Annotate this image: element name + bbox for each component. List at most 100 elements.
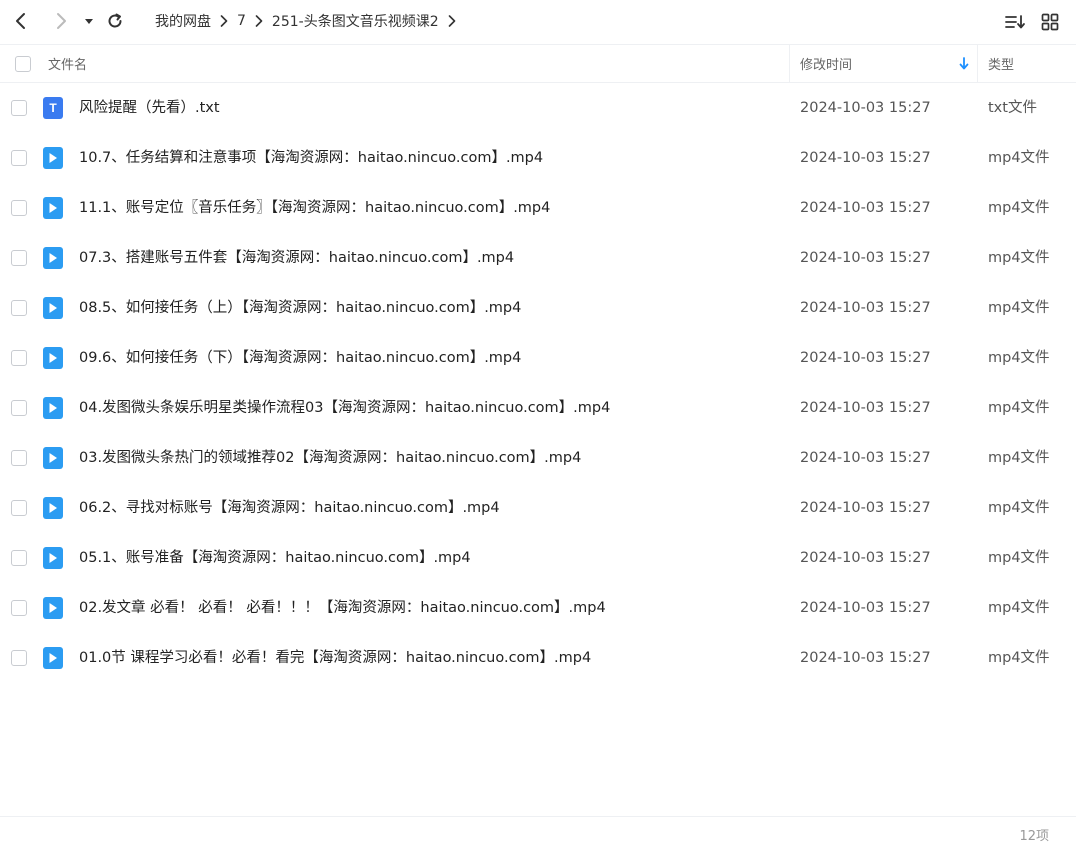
grid-view-button[interactable] bbox=[1037, 9, 1063, 35]
file-row[interactable]: 05.1、账号准备【海淘资源网：haitao.nincuo.com】.mp4 20… bbox=[0, 533, 1076, 583]
file-type: mp4文件 bbox=[988, 600, 1050, 616]
file-name[interactable]: 05.1、账号准备【海淘资源网：haitao.nincuo.com】.mp4 bbox=[79, 533, 471, 583]
file-type: mp4文件 bbox=[988, 150, 1050, 166]
sort-button[interactable] bbox=[1002, 9, 1028, 35]
row-checkbox[interactable] bbox=[11, 650, 27, 666]
file-type: mp4文件 bbox=[988, 650, 1050, 666]
video-file-icon bbox=[43, 247, 63, 269]
row-checkbox[interactable] bbox=[11, 300, 27, 316]
file-name[interactable]: 06.2、寻找对标账号【海淘资源网：haitao.nincuo.com】.mp4 bbox=[79, 483, 500, 533]
row-checkbox[interactable] bbox=[11, 600, 27, 616]
video-file-icon bbox=[43, 297, 63, 319]
file-modified-time: 2024-10-03 15:27 bbox=[800, 150, 931, 166]
caret-down-icon bbox=[85, 19, 93, 24]
file-row[interactable]: 10.7、任务结算和注意事项【海淘资源网：haitao.nincuo.com】.… bbox=[0, 133, 1076, 183]
select-all-checkbox[interactable] bbox=[15, 55, 31, 72]
file-row[interactable]: 02.发文章 必看！ 必看！ 必看！！！【海淘资源网：haitao.nincuo… bbox=[0, 583, 1076, 633]
file-list: T 风险提醒（先看）.txt 2024-10-03 15:27 txt文件 10.7、任… bbox=[0, 83, 1076, 683]
chevron-right-icon bbox=[255, 15, 263, 27]
row-checkbox[interactable] bbox=[11, 100, 27, 116]
breadcrumb: 我的网盘 7 251-头条图文音乐视频课2 bbox=[155, 0, 465, 42]
row-checkbox[interactable] bbox=[11, 200, 27, 216]
file-name[interactable]: 03.发图微头条热门的领域推荐02【海淘资源网：haitao.nincuo.co… bbox=[79, 433, 581, 483]
sort-descending-icon[interactable] bbox=[958, 45, 970, 82]
file-name[interactable]: 01.0节 课程学习必看！必看！看完【海淘资源网：haitao.nincuo.c… bbox=[79, 633, 591, 683]
video-file-icon bbox=[43, 397, 63, 419]
file-row[interactable]: 01.0节 课程学习必看！必看！看完【海淘资源网：haitao.nincuo.c… bbox=[0, 633, 1076, 683]
file-type: mp4文件 bbox=[988, 550, 1050, 566]
chevron-right-icon bbox=[57, 13, 66, 29]
video-file-icon bbox=[43, 497, 63, 519]
file-row[interactable]: 11.1、账号定位〖音乐任务〗【海淘资源网：haitao.nincuo.com】… bbox=[0, 183, 1076, 233]
toolbar: 我的网盘 7 251-头条图文音乐视频课2 bbox=[0, 0, 1076, 42]
file-list-header: 文件名 修改时间 类型 bbox=[0, 44, 1076, 83]
file-type: txt文件 bbox=[988, 100, 1037, 116]
file-name[interactable]: 04.发图微头条娱乐明星类操作流程03【海淘资源网：haitao.nincuo.… bbox=[79, 383, 610, 433]
file-row[interactable]: 09.6、如何接任务（下）【海淘资源网：haitao.nincuo.com】.m… bbox=[0, 333, 1076, 383]
file-modified-time: 2024-10-03 15:27 bbox=[800, 400, 931, 416]
chevron-right-icon[interactable] bbox=[448, 15, 456, 27]
file-name[interactable]: 10.7、任务结算和注意事项【海淘资源网：haitao.nincuo.com】.… bbox=[79, 133, 543, 183]
column-divider[interactable] bbox=[977, 45, 978, 82]
row-checkbox[interactable] bbox=[11, 500, 27, 516]
file-modified-time: 2024-10-03 15:27 bbox=[800, 550, 931, 566]
refresh-button[interactable] bbox=[100, 6, 130, 36]
file-name[interactable]: 风险提醒（先看）.txt bbox=[79, 83, 220, 133]
file-modified-time: 2024-10-03 15:27 bbox=[800, 350, 931, 366]
file-row[interactable]: T 风险提醒（先看）.txt 2024-10-03 15:27 txt文件 bbox=[0, 83, 1076, 133]
row-checkbox[interactable] bbox=[11, 400, 27, 416]
file-row[interactable]: 08.5、如何接任务（上）【海淘资源网：haitao.nincuo.com】.m… bbox=[0, 283, 1076, 333]
row-checkbox[interactable] bbox=[11, 550, 27, 566]
column-header-type[interactable]: 类型 bbox=[988, 45, 1014, 82]
file-modified-time: 2024-10-03 15:27 bbox=[800, 450, 931, 466]
back-button[interactable] bbox=[6, 6, 36, 36]
video-file-icon bbox=[43, 197, 63, 219]
row-checkbox[interactable] bbox=[11, 150, 27, 166]
refresh-icon bbox=[108, 13, 122, 28]
file-row[interactable]: 07.3、搭建账号五件套【海淘资源网：haitao.nincuo.com】.mp… bbox=[0, 233, 1076, 283]
forward-button[interactable] bbox=[46, 6, 76, 36]
file-type: mp4文件 bbox=[988, 450, 1050, 466]
text-file-icon: T bbox=[43, 97, 63, 119]
video-file-icon bbox=[43, 147, 63, 169]
status-bar: 12项 bbox=[0, 816, 1076, 853]
breadcrumb-item-current[interactable]: 251-头条图文音乐视频课2 bbox=[272, 11, 439, 31]
file-name[interactable]: 09.6、如何接任务（下）【海淘资源网：haitao.nincuo.com】.m… bbox=[79, 333, 521, 383]
grid-view-icon bbox=[1041, 13, 1059, 31]
file-type: mp4文件 bbox=[988, 300, 1050, 316]
file-modified-time: 2024-10-03 15:27 bbox=[800, 300, 931, 316]
video-file-icon bbox=[43, 647, 63, 669]
file-row[interactable]: 06.2、寻找对标账号【海淘资源网：haitao.nincuo.com】.mp4… bbox=[0, 483, 1076, 533]
item-count: 12项 bbox=[1019, 829, 1049, 844]
file-row[interactable]: 03.发图微头条热门的领域推荐02【海淘资源网：haitao.nincuo.co… bbox=[0, 433, 1076, 483]
column-divider[interactable] bbox=[789, 45, 790, 82]
row-checkbox[interactable] bbox=[11, 350, 27, 366]
file-modified-time: 2024-10-03 15:27 bbox=[800, 250, 931, 266]
chevron-left-icon bbox=[16, 13, 25, 29]
video-file-icon bbox=[43, 447, 63, 469]
column-header-name[interactable]: 文件名 bbox=[48, 45, 87, 82]
sort-list-icon bbox=[1005, 15, 1025, 29]
breadcrumb-item-folder[interactable]: 7 bbox=[237, 13, 246, 29]
breadcrumb-item-root[interactable]: 我的网盘 bbox=[155, 11, 211, 31]
file-modified-time: 2024-10-03 15:27 bbox=[800, 200, 931, 216]
video-file-icon bbox=[43, 347, 63, 369]
file-type: mp4文件 bbox=[988, 250, 1050, 266]
row-checkbox[interactable] bbox=[11, 250, 27, 266]
text-file-icon-letter: T bbox=[49, 101, 57, 115]
video-file-icon bbox=[43, 597, 63, 619]
file-modified-time: 2024-10-03 15:27 bbox=[800, 650, 931, 666]
file-row[interactable]: 04.发图微头条娱乐明星类操作流程03【海淘资源网：haitao.nincuo.… bbox=[0, 383, 1076, 433]
file-name[interactable]: 07.3、搭建账号五件套【海淘资源网：haitao.nincuo.com】.mp… bbox=[79, 233, 514, 283]
video-file-icon bbox=[43, 547, 63, 569]
row-checkbox[interactable] bbox=[11, 450, 27, 466]
select-all-cell bbox=[15, 45, 31, 82]
file-modified-time: 2024-10-03 15:27 bbox=[800, 500, 931, 516]
file-name[interactable]: 02.发文章 必看！ 必看！ 必看！！！【海淘资源网：haitao.nincuo… bbox=[79, 583, 606, 633]
file-type: mp4文件 bbox=[988, 500, 1050, 516]
file-type: mp4文件 bbox=[988, 200, 1050, 216]
file-type: mp4文件 bbox=[988, 400, 1050, 416]
file-name[interactable]: 11.1、账号定位〖音乐任务〗【海淘资源网：haitao.nincuo.com】… bbox=[79, 183, 550, 233]
column-header-modified[interactable]: 修改时间 bbox=[800, 45, 852, 82]
file-name[interactable]: 08.5、如何接任务（上）【海淘资源网：haitao.nincuo.com】.m… bbox=[79, 283, 521, 333]
